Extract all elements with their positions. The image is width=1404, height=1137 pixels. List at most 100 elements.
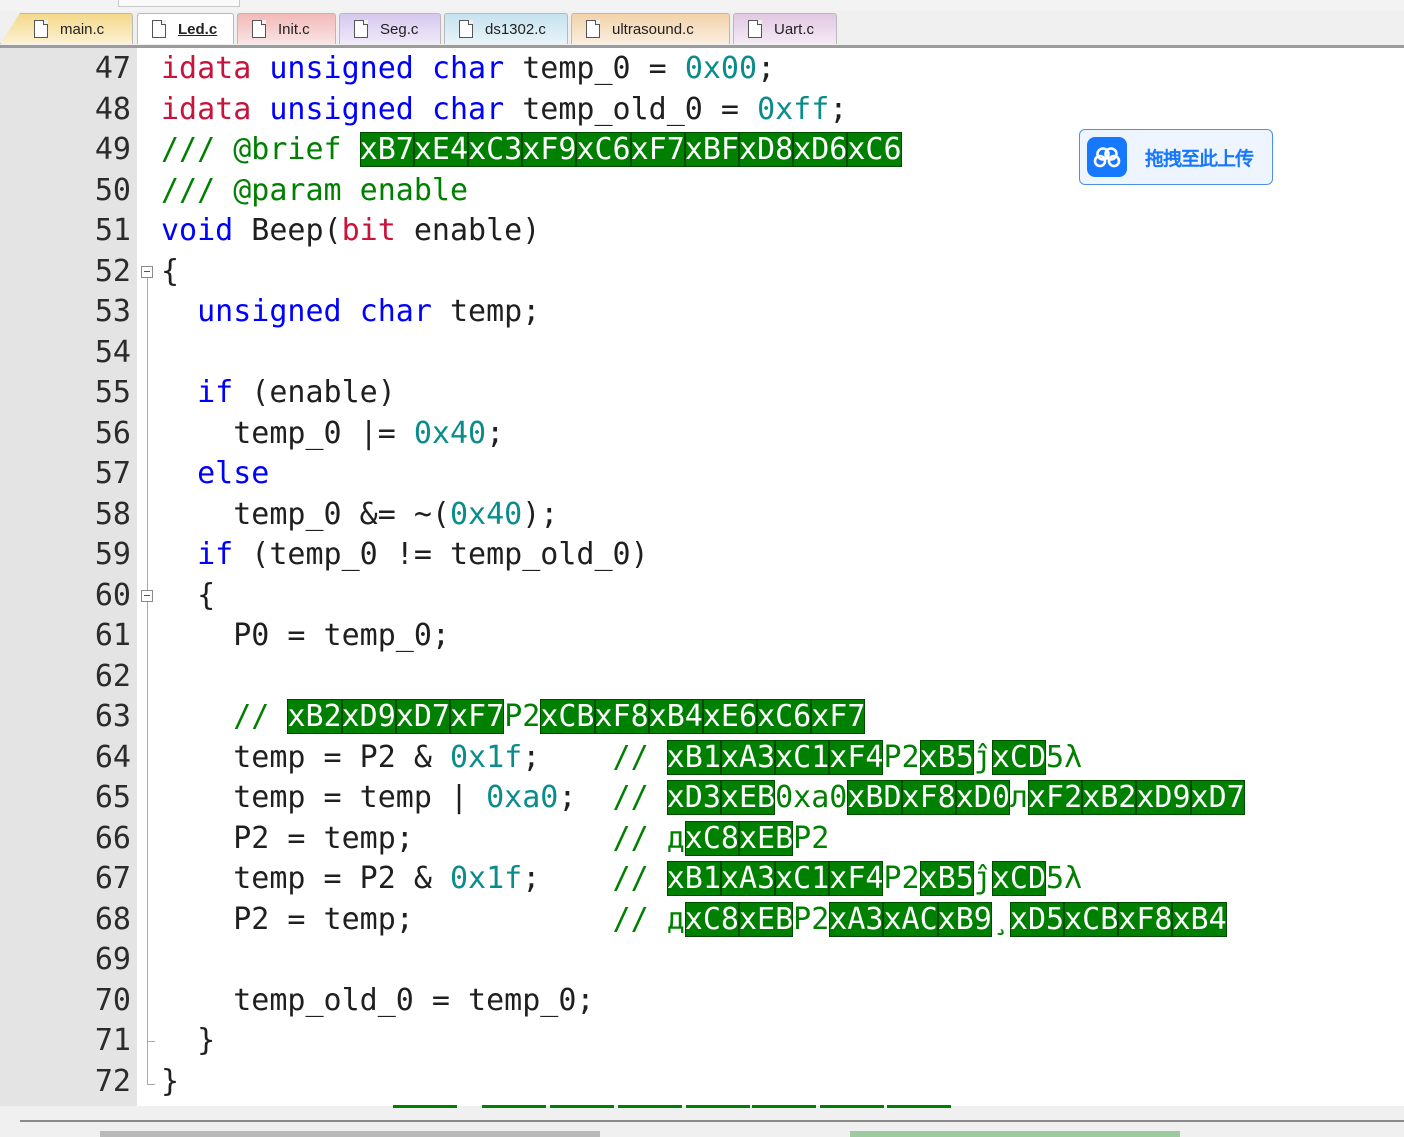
code-text: { xyxy=(161,253,180,289)
tab-label: Uart.c xyxy=(774,20,815,38)
line-number: 51 xyxy=(94,213,131,248)
code-line: 70 temp_old_0 = temp_0; xyxy=(0,981,1404,1021)
cloud-icon xyxy=(1087,137,1127,177)
code-text: temp = temp | 0xa0; // xD3xEB0xa0xBDxF8x… xyxy=(161,780,1245,815)
line-number: 61 xyxy=(94,618,131,653)
cutoff-text-dash xyxy=(887,1105,951,1108)
code-editor[interactable]: 47 idata unsigned char temp_0 = 0x00; 48 id… xyxy=(0,48,1404,1106)
code-text: P2 = temp; // дxC8xEBP2xA3xACxB9¸xD5xCBx… xyxy=(161,901,1227,937)
line-number: 67 xyxy=(94,861,131,896)
code-text: else xyxy=(197,456,270,491)
code-line: 58 temp_0 &= ~(0x40); xyxy=(0,495,1404,535)
fold-toggle[interactable] xyxy=(141,265,153,278)
line-number: 57 xyxy=(94,456,131,491)
tab-ultrasound-c[interactable]: ultrasound.c xyxy=(571,13,730,44)
code-line: 51 void Beep(bit enable) xyxy=(0,211,1404,251)
code-text: void Beep(bit enable) xyxy=(161,213,541,248)
tab-Led-c[interactable]: Led.c xyxy=(137,13,234,44)
line-number: 65 xyxy=(94,780,131,815)
code-text: if (enable) xyxy=(197,375,396,410)
file-icon xyxy=(152,20,166,38)
code-line: 54 xyxy=(0,333,1404,373)
drag-upload-button[interactable]: 拖拽至此上传 xyxy=(1079,129,1273,185)
code-text: P2 = temp; // дxC8xEBP2 xyxy=(161,820,830,856)
fold-end-marker xyxy=(147,1083,155,1085)
line-number: 54 xyxy=(94,334,131,370)
tab-main-c[interactable]: main.c xyxy=(0,13,133,44)
code-line: 57 else xyxy=(0,454,1404,494)
code-text: idata unsigned char temp_old_0 = 0xff; xyxy=(161,91,848,127)
code-text: /// @param enable xyxy=(161,172,469,208)
line-number: 70 xyxy=(94,982,131,1018)
file-icon xyxy=(252,20,266,38)
tab-ds1302-c[interactable]: ds1302.c xyxy=(444,13,568,44)
tab-label: ultrasound.c xyxy=(612,20,694,38)
fold-guide xyxy=(147,277,148,1084)
code-text: P0 = temp_0; xyxy=(161,618,450,653)
line-number: 49 xyxy=(94,132,131,167)
cutoff-line-hint xyxy=(850,1131,1180,1137)
line-number: 56 xyxy=(94,415,131,451)
file-tab-bar: main.c Led.c Init.c Seg.c ds1302.c ultrasound… xyxy=(0,11,1404,48)
line-number: 68 xyxy=(94,901,131,937)
code-text: temp = P2 & 0x1f; // xB1xA3xC1xF4P2xB5ĵx… xyxy=(161,739,1083,775)
code-text: } xyxy=(161,1023,216,1058)
file-icon xyxy=(586,20,600,38)
cutoff-text-dash xyxy=(752,1105,816,1108)
code-line: 64 temp = P2 & 0x1f; // xB1xA3xC1xF4P2xB… xyxy=(0,738,1404,778)
cutoff-text-dash xyxy=(550,1105,614,1108)
code-line: 69 xyxy=(0,940,1404,980)
code-line: 60 { xyxy=(0,576,1404,616)
toolbar-fragment xyxy=(118,0,240,7)
line-number: 64 xyxy=(94,739,131,775)
line-number: 55 xyxy=(94,375,131,410)
tab-Uart-c[interactable]: Uart.c xyxy=(733,13,837,44)
code-line: 59 if (temp_0 != temp_old_0) xyxy=(0,535,1404,575)
line-number: 63 xyxy=(94,699,131,734)
code-text: { xyxy=(161,577,216,613)
file-icon xyxy=(34,20,48,38)
tab-label: main.c xyxy=(60,20,105,38)
tab-label: Seg.c xyxy=(380,20,419,38)
line-number: 66 xyxy=(94,820,131,856)
file-icon xyxy=(459,20,473,38)
cutoff-text-dash xyxy=(393,1105,457,1108)
code-text: unsigned char temp; xyxy=(197,294,541,329)
line-number: 59 xyxy=(94,537,131,572)
code-text: idata unsigned char temp_0 = 0x00; xyxy=(161,51,776,86)
code-line: 56 temp_0 |= 0x40; xyxy=(0,414,1404,454)
code-line: 55 if (enable) xyxy=(0,373,1404,413)
line-number: 60 xyxy=(94,577,131,613)
code-line: 66 P2 = temp; // дxC8xEBP2 xyxy=(0,819,1404,859)
code-line: 67 temp = P2 & 0x1f; // xB1xA3xC1xF4P2xB… xyxy=(0,859,1404,899)
tab-Init-c[interactable]: Init.c xyxy=(237,13,336,44)
code-line: 61 P0 = temp_0; xyxy=(0,616,1404,656)
cutoff-text-dash xyxy=(482,1105,546,1108)
cutoff-text-dash xyxy=(686,1105,750,1108)
code-text: temp_0 |= 0x40; xyxy=(161,415,505,451)
code-text: temp_0 &= ~(0x40); xyxy=(161,496,559,532)
code-text: temp_old_0 = temp_0; xyxy=(161,982,595,1018)
code-line: 53 unsigned char temp; xyxy=(0,292,1404,332)
code-text: temp = P2 & 0x1f; // xB1xA3xC1xF4P2xB5ĵx… xyxy=(161,861,1083,896)
line-number: 53 xyxy=(94,294,131,329)
code-text: } xyxy=(161,1063,180,1099)
code-line: 62 xyxy=(0,657,1404,697)
cutoff-line-hint xyxy=(100,1131,600,1137)
fold-end-marker xyxy=(147,1041,155,1042)
code-text: /// @brief xB7xE4xC3xF9xC6xF7xBFxD8xD6xC… xyxy=(161,132,902,167)
line-number: 69 xyxy=(94,942,131,977)
tab-Seg-c[interactable]: Seg.c xyxy=(339,13,441,44)
file-icon xyxy=(748,20,762,38)
line-number: 52 xyxy=(94,253,131,289)
upload-label: 拖拽至此上传 xyxy=(1145,147,1254,170)
bottom-divider xyxy=(20,1120,1404,1122)
line-number: 71 xyxy=(94,1023,131,1058)
tab-label: Led.c xyxy=(178,20,218,38)
line-number: 50 xyxy=(94,172,131,208)
code-line: 52 { xyxy=(0,252,1404,292)
code-line: 47 idata unsigned char temp_0 = 0x00; xyxy=(0,49,1404,89)
code-line: 65 temp = temp | 0xa0; // xD3xEB0xa0xBDx… xyxy=(0,778,1404,818)
code-text: if (temp_0 != temp_old_0) xyxy=(197,537,649,572)
fold-toggle[interactable] xyxy=(141,589,153,602)
